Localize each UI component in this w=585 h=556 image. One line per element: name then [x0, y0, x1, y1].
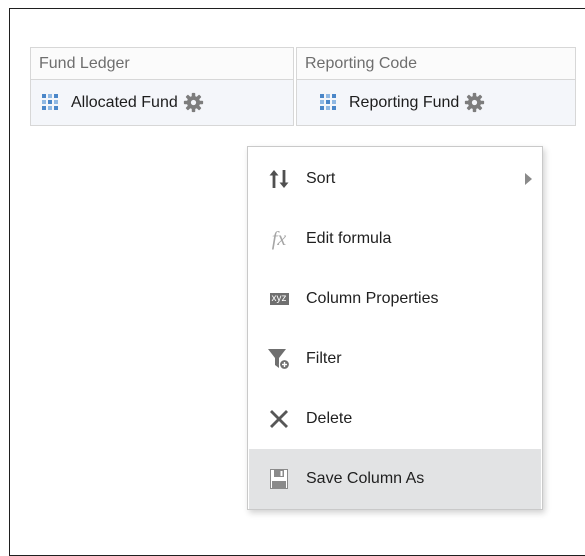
- column-header-label: Reporting Code: [305, 55, 418, 72]
- column-header-reporting-code[interactable]: Reporting Code: [296, 47, 576, 80]
- column-cell-label: Reporting Fund: [349, 93, 460, 111]
- sort-icon: [266, 168, 292, 190]
- menu-item-label: Sort: [306, 170, 336, 187]
- column-cell-label: Allocated Fund: [71, 93, 178, 111]
- column-cell-allocated-fund[interactable]: Allocated Fund: [30, 80, 294, 126]
- grid-icon: [320, 94, 336, 110]
- menu-item-delete[interactable]: Delete: [249, 389, 541, 449]
- menu-item-sort[interactable]: Sort: [249, 149, 541, 209]
- menu-item-label: Column Properties: [306, 290, 439, 307]
- gear-icon[interactable]: [183, 92, 204, 113]
- menu-item-label: Save Column As: [306, 470, 425, 487]
- xyz-glyph: xyz: [269, 293, 289, 305]
- submenu-arrow-icon: [525, 173, 532, 185]
- column-header-fund-ledger[interactable]: Fund Ledger: [30, 47, 294, 80]
- menu-item-filter[interactable]: Filter: [249, 329, 541, 389]
- column-context-menu: Sort fx Edit formula xyz Column Properti…: [247, 146, 543, 510]
- column-header-label: Fund Ledger: [39, 55, 130, 72]
- save-icon: [266, 469, 292, 489]
- grid-icon: [42, 94, 58, 110]
- fx-icon: fx: [266, 228, 292, 251]
- fx-glyph: fx: [271, 227, 287, 250]
- menu-item-save-column-as[interactable]: Save Column As: [249, 449, 541, 509]
- menu-item-edit-formula[interactable]: fx Edit formula: [249, 209, 541, 269]
- gear-icon[interactable]: [464, 92, 485, 113]
- delete-icon: [266, 409, 292, 429]
- xyz-icon: xyz: [266, 293, 292, 305]
- menu-item-column-properties[interactable]: xyz Column Properties: [249, 269, 541, 329]
- menu-item-label: Filter: [306, 350, 342, 367]
- menu-item-label: Delete: [306, 410, 353, 427]
- filter-icon: [266, 347, 292, 371]
- column-cell-reporting-fund[interactable]: Reporting Fund: [296, 80, 576, 126]
- menu-item-label: Edit formula: [306, 230, 392, 247]
